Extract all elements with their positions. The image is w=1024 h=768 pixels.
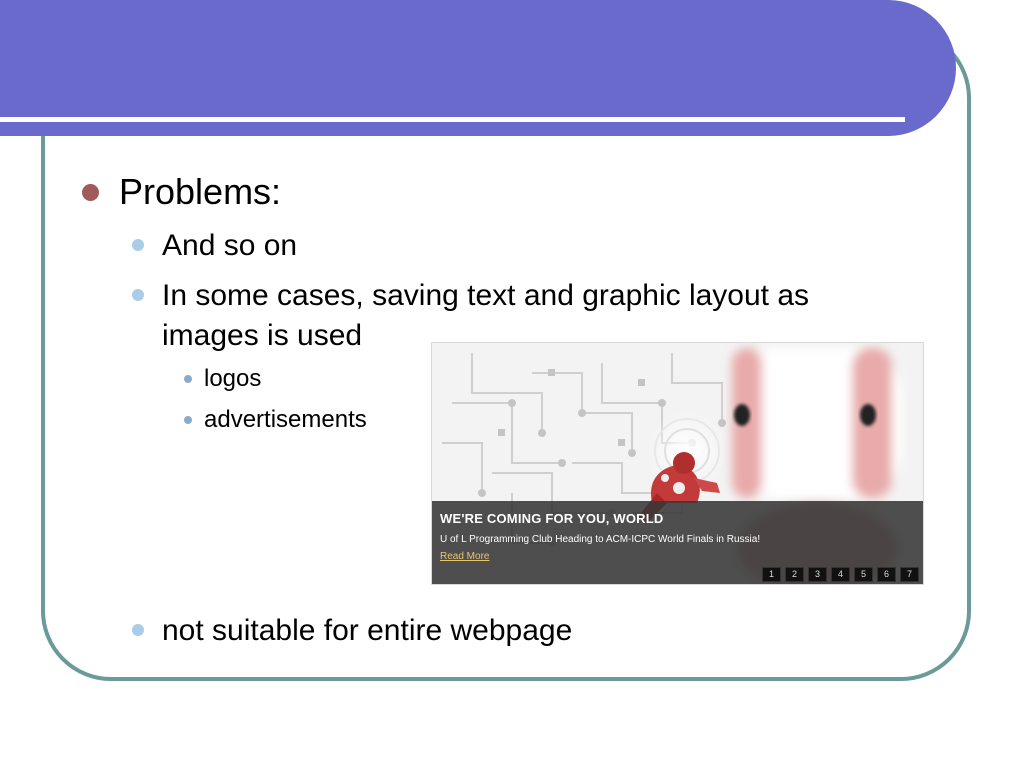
banner-headline: WE'RE COMING FOR YOU, WORLD — [440, 511, 664, 526]
bullet-advertisements: advertisements — [184, 405, 367, 435]
bullet-logos: logos — [184, 364, 261, 394]
advertisement-banner-image: WE'RE COMING FOR YOU, WORLD U of L Progr… — [431, 342, 924, 585]
bullet-and-so-on: And so on — [132, 226, 297, 266]
bullet-problems: Problems: — [82, 170, 281, 214]
bullet-dot-icon — [132, 624, 144, 636]
bullet-dot-icon — [184, 416, 192, 424]
pager-button-7[interactable]: 7 — [900, 567, 919, 582]
read-more-link[interactable]: Read More — [440, 551, 489, 562]
pager-button-3[interactable]: 3 — [808, 567, 827, 582]
banner-pager: 1 2 3 4 5 6 7 — [762, 567, 919, 582]
bullet-text: advertisements — [204, 406, 367, 433]
bullet-not-suitable: not suitable for entire webpage — [132, 611, 572, 651]
pager-button-5[interactable]: 5 — [854, 567, 873, 582]
pager-button-6[interactable]: 6 — [877, 567, 896, 582]
bullet-dot-icon — [184, 375, 192, 383]
banner-subtext: U of L Programming Club Heading to ACM-I… — [440, 534, 761, 545]
bullet-dot-icon — [82, 184, 99, 201]
banner-caption: WE'RE COMING FOR YOU, WORLD U of L Progr… — [432, 501, 923, 584]
pager-button-4[interactable]: 4 — [831, 567, 850, 582]
bullet-dot-icon — [132, 289, 144, 301]
bullet-dot-icon — [132, 239, 144, 251]
pager-button-2[interactable]: 2 — [785, 567, 804, 582]
bullet-text: And so on — [162, 229, 298, 262]
pager-button-1[interactable]: 1 — [762, 567, 781, 582]
bullet-text: not suitable for entire webpage — [162, 614, 573, 647]
bullet-text: logos — [204, 365, 262, 392]
bullet-text: Problems: — [119, 171, 282, 212]
